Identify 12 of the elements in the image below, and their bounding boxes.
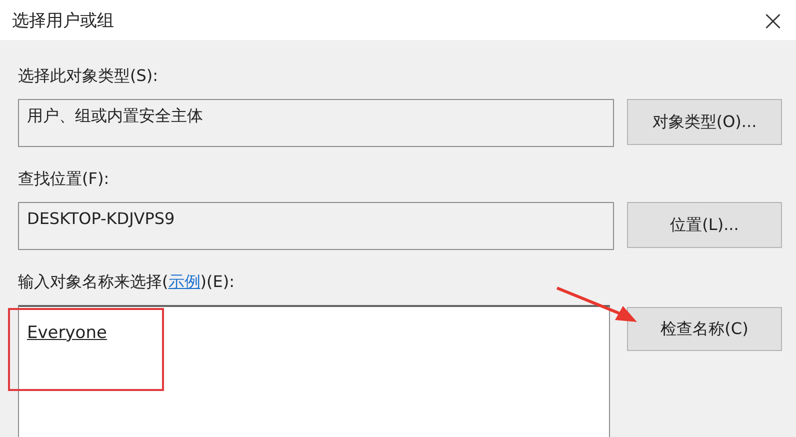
dialog-button[interactable]: 位置(L)... [627, 202, 782, 248]
field-label: 查找位置(F): [18, 169, 110, 190]
field-label: 选择此对象类型(S): [18, 66, 160, 87]
field-label: 输入对象名称来选择(示例)(E): [18, 272, 236, 293]
window-title: 选择用户或组 [12, 10, 114, 32]
text-field[interactable]: DESKTOP-KDJVPS9 [18, 202, 614, 250]
text-field[interactable]: 用户、组或内置安全主体 [18, 99, 614, 147]
examples-link[interactable]: 示例 [168, 272, 200, 291]
resolved-name: Everyone [27, 323, 107, 343]
names-field[interactable]: Everyone [18, 305, 610, 437]
check-names-button[interactable]: 检查名称(C) [627, 307, 782, 351]
dialog-button[interactable]: 对象类型(O)... [627, 99, 782, 145]
